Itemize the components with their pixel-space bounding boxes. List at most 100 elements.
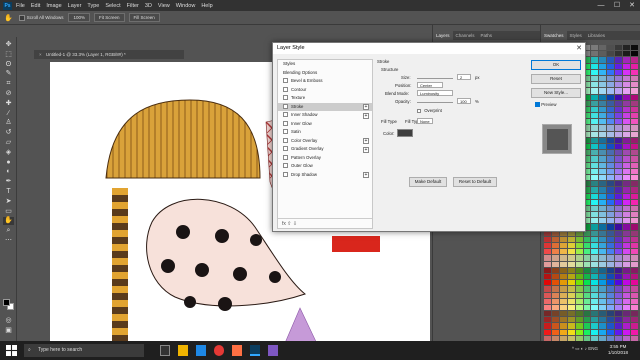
style-checkbox[interactable] <box>283 129 288 135</box>
swatch-cell[interactable] <box>591 82 599 88</box>
swatch-cell[interactable] <box>623 144 631 150</box>
swatch-cell[interactable] <box>544 292 551 298</box>
swatch-cell[interactable] <box>607 323 615 329</box>
swatch-cell[interactable] <box>631 57 638 63</box>
swatch-cell[interactable] <box>599 280 607 286</box>
swatch-cell[interactable] <box>631 156 638 162</box>
swatch-cell[interactable] <box>607 199 615 205</box>
swatch-cell[interactable] <box>591 131 599 137</box>
style-item-contour[interactable]: Contour <box>278 86 372 95</box>
menu-3d[interactable]: 3D <box>145 3 152 9</box>
swatch-cell[interactable] <box>631 267 638 273</box>
swatch-cell[interactable] <box>615 100 623 106</box>
swatch-cell[interactable] <box>599 69 607 75</box>
zoom-100-button[interactable]: 100% <box>68 13 90 22</box>
swatch-cell[interactable] <box>591 199 599 205</box>
swatch-cell[interactable] <box>591 212 599 218</box>
swatch-cell[interactable] <box>631 224 638 230</box>
stroke-color-swatch[interactable] <box>397 129 413 137</box>
menu-select[interactable]: Select <box>105 3 120 9</box>
menu-help[interactable]: Help <box>201 3 212 9</box>
swatch-cell[interactable] <box>567 261 575 267</box>
swatch-cell[interactable] <box>575 243 583 249</box>
swatch-cell[interactable] <box>615 150 623 156</box>
swatch-cell[interactable] <box>575 249 583 255</box>
swatch-cell[interactable] <box>591 51 599 57</box>
swatch-cell[interactable] <box>623 205 631 212</box>
swatch-cell[interactable] <box>615 125 623 131</box>
tab-libraries[interactable]: Libraries <box>585 31 608 40</box>
swatch-cell[interactable] <box>607 168 615 174</box>
swatch-cell[interactable] <box>623 317 631 323</box>
swatch-cell[interactable] <box>591 94 599 100</box>
swatch-cell[interactable] <box>623 193 631 199</box>
swatch-cell[interactable] <box>631 168 638 174</box>
swatch-cell[interactable] <box>631 181 638 187</box>
swatch-cell[interactable] <box>623 137 631 143</box>
swatch-cell[interactable] <box>599 82 607 88</box>
swatch-cell[interactable] <box>607 144 615 150</box>
menu-filter[interactable]: Filter <box>127 3 139 9</box>
swatch-cell[interactable] <box>599 174 607 181</box>
menu-image[interactable]: Image <box>46 3 61 9</box>
swatch-cell[interactable] <box>607 261 615 267</box>
crop-tool-icon[interactable]: ⌗ <box>3 80 14 88</box>
swatch-cell[interactable] <box>599 63 607 69</box>
swatch-cell[interactable] <box>599 144 607 150</box>
style-checkbox[interactable] <box>283 103 288 109</box>
swatch-cell[interactable] <box>623 261 631 267</box>
swatch-cell[interactable] <box>607 63 615 69</box>
swatch-cell[interactable] <box>599 243 607 249</box>
swatch-cell[interactable] <box>599 187 607 193</box>
swatch-cell[interactable] <box>623 187 631 193</box>
swatch-cell[interactable] <box>615 329 623 335</box>
swatch-cell[interactable] <box>623 243 631 249</box>
swatch-cell[interactable] <box>599 199 607 205</box>
swatch-cell[interactable] <box>599 273 607 280</box>
style-item-drop-shadow[interactable]: Drop Shadow + <box>278 171 372 180</box>
swatch-cell[interactable] <box>551 255 559 261</box>
swatch-cell[interactable] <box>591 205 599 212</box>
swatch-cell[interactable] <box>559 243 567 249</box>
tab-channels[interactable]: Channels <box>453 31 478 40</box>
swatch-cell[interactable] <box>599 181 607 187</box>
swatch-cell[interactable] <box>623 224 631 230</box>
system-tray[interactable]: ^ ▭ ◐ ♪ ENG <box>572 346 598 352</box>
swatch-cell[interactable] <box>607 51 615 57</box>
swatch-cell[interactable] <box>615 218 623 224</box>
swatch-cell[interactable] <box>544 280 551 286</box>
swatch-cell[interactable] <box>567 280 575 286</box>
swatch-cell[interactable] <box>631 280 638 286</box>
swatch-cell[interactable] <box>599 298 607 304</box>
menu-view[interactable]: View <box>158 3 170 9</box>
swatch-cell[interactable] <box>559 236 567 242</box>
swatch-cell[interactable] <box>575 261 583 267</box>
add-style-instance-icon[interactable]: + <box>363 172 369 178</box>
swatch-cell[interactable] <box>607 304 615 311</box>
swatch-cell[interactable] <box>615 131 623 137</box>
swatch-cell[interactable] <box>599 57 607 63</box>
swatch-cell[interactable] <box>631 230 638 236</box>
swatch-cell[interactable] <box>551 243 559 249</box>
style-checkbox[interactable] <box>283 163 288 169</box>
swatch-cell[interactable] <box>623 100 631 106</box>
swatch-cell[interactable] <box>591 113 599 119</box>
swatch-cell[interactable] <box>599 230 607 236</box>
swatch-cell[interactable] <box>607 131 615 137</box>
menu-window[interactable]: Window <box>176 3 196 9</box>
swatch-cell[interactable] <box>599 75 607 82</box>
swatch-cell[interactable] <box>631 292 638 298</box>
swatch-cell[interactable] <box>623 329 631 335</box>
swatch-cell[interactable] <box>607 249 615 255</box>
app-icon-orange[interactable] <box>232 345 242 356</box>
swatch-cell[interactable] <box>575 298 583 304</box>
swatch-cell[interactable] <box>631 75 638 82</box>
swatch-cell[interactable] <box>551 286 559 292</box>
swatch-cell[interactable] <box>567 304 575 311</box>
swatch-cell[interactable] <box>607 280 615 286</box>
swatch-cell[interactable] <box>583 292 591 298</box>
swatch-cell[interactable] <box>615 57 623 63</box>
swatch-cell[interactable] <box>575 311 583 317</box>
swatch-cell[interactable] <box>599 168 607 174</box>
swatch-cell[interactable] <box>591 181 599 187</box>
